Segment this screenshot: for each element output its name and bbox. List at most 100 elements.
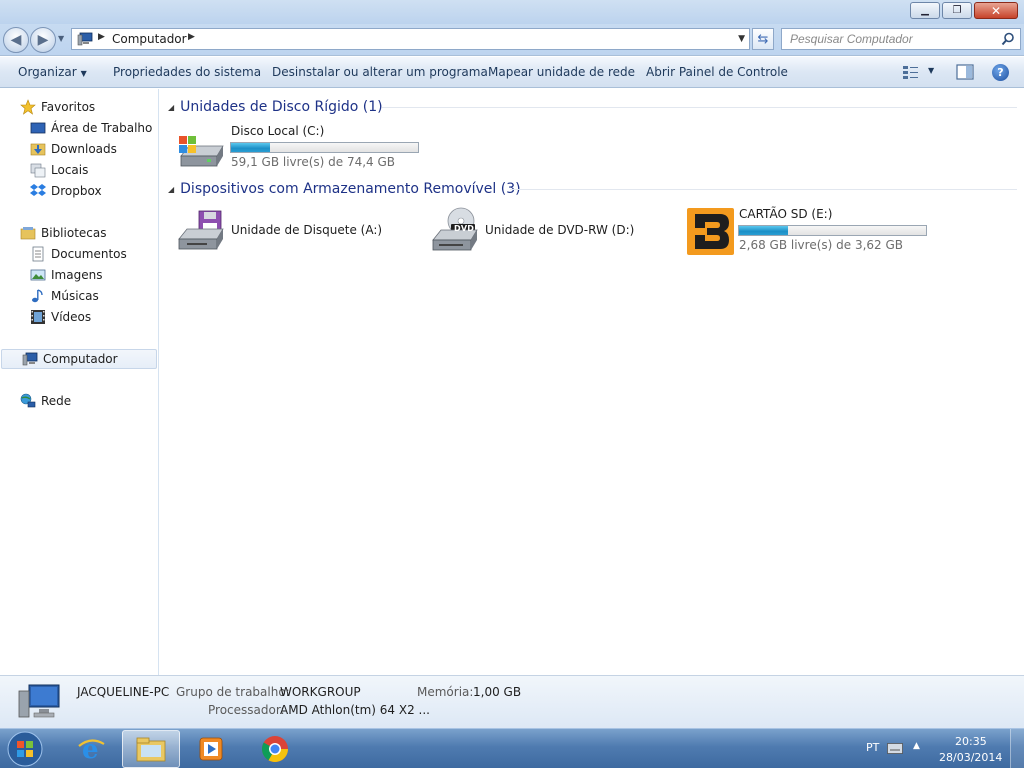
nav-item-videos[interactable]: Vídeos (0, 307, 157, 327)
nav-label: Documentos (51, 247, 127, 261)
content-area: ◢ Unidades de Disco Rígido (1) Disco Loc… (160, 89, 1024, 675)
taskbar-internet-explorer[interactable]: e (62, 730, 120, 768)
group-divider (510, 189, 1017, 190)
nav-item-music[interactable]: Músicas (0, 286, 157, 306)
nav-item-network[interactable]: Rede (0, 391, 157, 411)
search-icon[interactable] (1001, 32, 1015, 46)
open-control-panel-button[interactable]: Abrir Painel de Controle (646, 65, 788, 79)
refresh-button[interactable]: ⇆ (752, 28, 774, 50)
address-row: ◀ ▶ ▼ ▶ Computador ▶ ▼ ⇆ (0, 24, 1024, 56)
breadcrumb-separator-icon[interactable]: ▶ (98, 32, 105, 42)
processor-value: AMD Athlon(tm) 64 X2 ... (280, 703, 430, 717)
taskbar-media-player[interactable] (182, 730, 240, 768)
keyboard-icon[interactable] (887, 743, 903, 754)
media-player-icon (199, 737, 223, 761)
drive-name: Unidade de DVD-RW (D:) (485, 223, 635, 237)
svg-text:e: e (82, 735, 99, 764)
libraries-icon (20, 227, 36, 240)
show-hidden-icons-icon[interactable]: ▲ (913, 741, 920, 751)
recent-places-icon (30, 163, 46, 178)
nav-label: Dropbox (51, 184, 102, 198)
uninstall-program-button[interactable]: Desinstalar ou alterar um programa (272, 65, 488, 79)
nav-label: Músicas (51, 289, 99, 303)
nav-label: Rede (41, 394, 72, 408)
hard-drive-icon (179, 136, 224, 167)
memory-label: Memória: (417, 685, 474, 699)
network-globe-icon (20, 393, 36, 408)
restore-button[interactable]: ❐ (942, 2, 972, 19)
nav-item-images[interactable]: Imagens (0, 265, 157, 285)
close-icon: ✕ (990, 3, 1002, 18)
clock-date[interactable]: 28/03/2014 (939, 751, 1002, 764)
change-view-icon[interactable] (902, 64, 920, 80)
forward-button[interactable]: ▶ (30, 27, 56, 53)
window-controls: ▁ ❐ ✕ (908, 2, 1018, 19)
group-title: Unidades de Disco Rígido (1) (180, 99, 383, 115)
taskbar-chrome[interactable] (246, 730, 304, 768)
chevron-down-icon: ▼ (80, 69, 87, 78)
start-button[interactable] (4, 730, 46, 768)
capacity-bar (230, 142, 419, 153)
search-box[interactable] (781, 28, 1021, 50)
preview-pane-icon[interactable] (956, 64, 974, 80)
details-pane: JACQUELINE-PC Grupo de trabalho: WORKGRO… (0, 675, 1024, 728)
folder-icon (136, 737, 166, 762)
nav-item-favorites[interactable]: Favoritos (0, 97, 157, 117)
nav-item-documents[interactable]: Documentos (0, 244, 157, 264)
images-icon (30, 269, 46, 281)
nav-item-places[interactable]: Locais (0, 160, 157, 180)
minimize-button[interactable]: ▁ (910, 2, 940, 19)
navigation-pane: Favoritos Área de Trabalho Downloads Loc… (0, 89, 159, 675)
dropbox-icon (30, 184, 46, 196)
chrome-icon (261, 736, 289, 763)
taskbar: e PT ▲ 20:35 28/03/2014 (0, 728, 1024, 768)
show-desktop-button[interactable] (1010, 729, 1024, 768)
desktop-icon (30, 122, 46, 134)
collapse-triangle-icon[interactable]: ◢ (168, 185, 174, 194)
nav-item-dropbox[interactable]: Dropbox (0, 181, 157, 201)
memory-value: 1,00 GB (473, 685, 522, 699)
processor-label: Processador: (208, 703, 285, 717)
search-input[interactable] (782, 29, 992, 49)
star-icon (20, 99, 36, 115)
recent-pages-dropdown[interactable]: ▼ (58, 34, 64, 43)
nav-item-libraries[interactable]: Bibliotecas (0, 223, 157, 243)
capacity-fill (231, 143, 270, 152)
group-title: Dispositivos com Armazenamento Removível… (180, 181, 521, 197)
back-button[interactable]: ◀ (3, 27, 29, 53)
forward-arrow-icon: ▶ (37, 32, 49, 48)
nav-label: Favoritos (41, 100, 96, 114)
nav-item-computer[interactable]: Computador (1, 349, 157, 369)
back-arrow-icon: ◀ (10, 32, 22, 48)
group-divider (382, 107, 1017, 108)
taskbar-windows-explorer[interactable] (122, 730, 180, 768)
title-bar: ▁ ❐ ✕ (0, 0, 1024, 24)
nav-item-downloads[interactable]: Downloads (0, 139, 157, 159)
clock-time[interactable]: 20:35 (955, 735, 987, 748)
organize-button[interactable]: Organizar ▼ (18, 65, 87, 79)
system-properties-button[interactable]: Propriedades do sistema (113, 65, 261, 79)
map-network-drive-button[interactable]: Mapear unidade de rede (488, 65, 635, 79)
computer-icon (77, 32, 93, 46)
help-icon[interactable]: ? (992, 64, 1009, 81)
drive-free-space: 2,68 GB livre(s) de 3,62 GB (739, 238, 904, 252)
computer-icon (22, 352, 38, 366)
breadcrumb-computer[interactable]: Computador (112, 32, 187, 46)
collapse-triangle-icon[interactable]: ◢ (168, 103, 174, 112)
close-button[interactable]: ✕ (974, 2, 1018, 19)
downloads-folder-icon (30, 143, 46, 156)
language-indicator[interactable]: PT (866, 741, 879, 754)
sd-card-brand-icon (687, 208, 734, 255)
group-header-removable[interactable]: ◢ Dispositivos com Armazenamento Removív… (168, 179, 521, 199)
nav-label: Locais (51, 163, 89, 177)
nav-item-desktop[interactable]: Área de Trabalho (0, 118, 157, 138)
nav-label: Imagens (51, 268, 103, 282)
address-dropdown-icon[interactable]: ▼ (738, 34, 745, 44)
drive-free-space: 59,1 GB livre(s) de 74,4 GB (231, 155, 396, 169)
workgroup-value: WORKGROUP (280, 685, 361, 699)
view-options-dropdown-icon[interactable]: ▼ (928, 66, 934, 75)
group-header-hard-drives[interactable]: ◢ Unidades de Disco Rígido (1) (168, 97, 383, 117)
floppy-drive-icon (178, 210, 224, 250)
breadcrumb-separator-icon[interactable]: ▶ (188, 32, 195, 42)
address-bar[interactable]: ▶ Computador ▶ ▼ (71, 28, 750, 50)
